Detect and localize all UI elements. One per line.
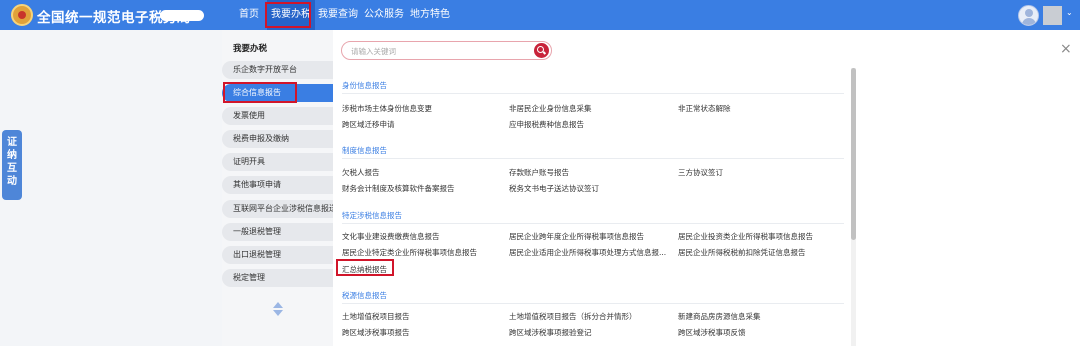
link-cross-region-migration[interactable]: 跨区域迁移申请 (342, 119, 395, 130)
link-e-delivery-agreement[interactable]: 税务文书电子送达协议签订 (509, 183, 599, 194)
link-pretax-deduction[interactable]: 居民企业所得税税前扣除凭证信息报告 (678, 247, 806, 258)
divider (342, 93, 844, 94)
sidebar-highlight-box (223, 82, 297, 103)
link-tripartite-agreement[interactable]: 三方协议签订 (678, 167, 723, 178)
sidebar-item-invoice-use[interactable]: 发票使用 (222, 107, 333, 125)
sidebar-item-declaration-payment[interactable]: 税费申报及缴纳 (222, 130, 333, 148)
search-box (341, 41, 552, 60)
sidebar-item-platform-reporting[interactable]: 互联网平台企业涉税信息报送 (222, 200, 333, 218)
link-cultural-fee-report[interactable]: 文化事业建设费缴费信息报告 (342, 231, 440, 242)
sidebar-item-general-refund[interactable]: 一般退税管理 (222, 223, 333, 241)
nav-public-service[interactable]: 公众服务 (364, 0, 404, 30)
link-accounting-software-filing[interactable]: 财务会计制度及核算软件备案报告 (342, 183, 455, 194)
nav-highlight-box (265, 2, 311, 28)
link-abnormal-release[interactable]: 非正常状态解除 (678, 103, 731, 114)
link-new-housing-source[interactable]: 新建商品房房源信息采集 (678, 311, 761, 322)
chevron-down-icon[interactable]: ⌄ (1066, 8, 1073, 17)
link-bank-account-report[interactable]: 存款账户账号报告 (509, 167, 569, 178)
user-name-block[interactable] (1043, 6, 1062, 25)
link-cit-method[interactable]: 居民企业适用企业所得税事项处理方式信息报... (509, 247, 669, 258)
divider (342, 303, 844, 304)
link-land-vat-project[interactable]: 土地增值税项目报告 (342, 311, 410, 322)
nav-local-feature[interactable]: 地方特色 (410, 0, 450, 30)
search-icon[interactable] (534, 43, 549, 58)
nav-home[interactable]: 首页 (239, 0, 259, 30)
link-nonresident-identity[interactable]: 非居民企业身份信息采集 (509, 103, 592, 114)
tax-emblem-icon (11, 4, 33, 26)
divider (342, 223, 844, 224)
link-cross-year-cit[interactable]: 居民企业跨年度企业所得税事项信息报告 (509, 231, 644, 242)
section-title-identity: 身份信息报告 (342, 81, 387, 90)
divider (342, 158, 844, 159)
sidebar-scroll-control[interactable] (273, 302, 283, 316)
nav-query[interactable]: 我要查询 (318, 0, 358, 30)
arrow-down-icon[interactable] (273, 310, 283, 316)
section-title-tax-source: 税源信息报告 (342, 291, 387, 300)
sidebar-item-export-refund[interactable]: 出口退税管理 (222, 246, 333, 264)
link-tax-type-report[interactable]: 应申报税费种信息报告 (509, 119, 584, 130)
link-cross-region-feedback[interactable]: 跨区域涉税事项反馈 (678, 327, 746, 338)
link-identity-change[interactable]: 涉税市场主体身份信息变更 (342, 103, 432, 114)
close-icon[interactable]: × (1060, 41, 1072, 57)
link-tax-debtor-report[interactable]: 欠税人报告 (342, 167, 380, 178)
link-investment-cit[interactable]: 居民企业投资类企业所得税事项信息报告 (678, 231, 813, 242)
top-bar: 全国统一规范电子税务局 首页 我要办税 我要查询 公众服务 地方特色 ⌄ (0, 0, 1080, 30)
link-cross-region-registration[interactable]: 跨区域涉税事项报验登记 (509, 327, 592, 338)
link-cross-region-report[interactable]: 跨区域涉税事项报告 (342, 327, 410, 338)
sidebar-item-tax-determination[interactable]: 税定管理 (222, 269, 333, 287)
user-avatar-icon[interactable] (1018, 5, 1039, 26)
sidebar-item-certificate[interactable]: 证明开具 (222, 153, 333, 171)
link-highlight-box (336, 259, 394, 276)
link-land-vat-split[interactable]: 土地增值税项目报告（拆分合并情形） (509, 311, 637, 322)
link-specific-cit[interactable]: 居民企业特定类企业所得税事项信息报告 (342, 247, 477, 258)
sidebar-item-other-applications[interactable]: 其他事项申请 (222, 176, 333, 194)
scrollbar-thumb[interactable] (851, 68, 856, 240)
sidebar-heading: 我要办税 (233, 44, 268, 54)
section-title-specific: 特定涉税信息报告 (342, 211, 402, 220)
region-selector[interactable] (160, 10, 204, 21)
section-title-system: 制度信息报告 (342, 146, 387, 155)
sidebar-item-leqi-platform[interactable]: 乐企数字开放平台 (222, 61, 333, 79)
float-tab-label: 证纳互动 (7, 137, 17, 187)
interaction-float-tab[interactable]: 证纳互动 (2, 130, 22, 200)
search-input[interactable] (351, 44, 531, 58)
arrow-up-icon[interactable] (273, 302, 283, 308)
